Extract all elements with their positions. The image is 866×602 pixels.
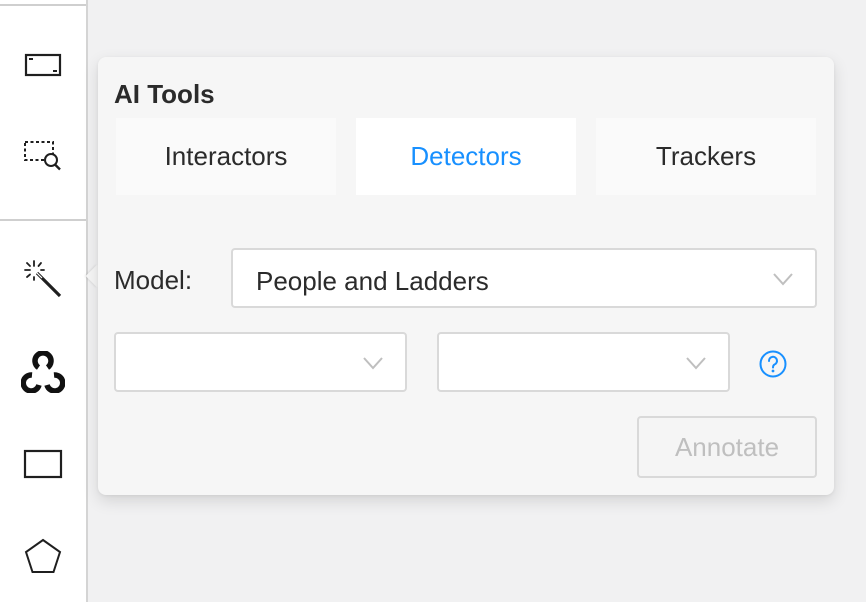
chevron-down-icon (773, 273, 793, 286)
ai-tools-popover: AI Tools Interactors Detectors Trackers … (98, 57, 834, 495)
tab-detectors[interactable]: Detectors (356, 118, 576, 195)
popover-title: AI Tools (114, 79, 215, 109)
ai-tools-button[interactable] (14, 250, 72, 308)
model-label: Model: (114, 265, 193, 295)
tab-interactors[interactable]: Interactors (116, 118, 336, 195)
rectangle-icon (23, 449, 63, 479)
controls-sidebar (0, 0, 88, 602)
chevron-down-icon (686, 357, 706, 370)
fit-frame-icon (24, 53, 62, 77)
magic-wand-icon (24, 260, 62, 298)
draw-rectangle-button[interactable] (14, 435, 72, 493)
chevron-down-icon (363, 357, 383, 370)
fit-frame-button[interactable] (14, 36, 72, 94)
polygon-icon (24, 538, 62, 573)
toolbar-divider (0, 219, 86, 221)
task-label-select[interactable] (437, 332, 730, 392)
opencv-icon (21, 351, 65, 393)
model-label-select[interactable] (114, 332, 407, 392)
opencv-button[interactable] (14, 343, 72, 401)
model-select-value: People and Ladders (256, 266, 489, 296)
page: AI Tools Interactors Detectors Trackers … (0, 0, 866, 602)
model-select[interactable]: People and Ladders (231, 248, 817, 308)
zoom-region-button[interactable] (14, 126, 72, 184)
question-circle-icon[interactable] (758, 349, 788, 379)
tab-trackers[interactable]: Trackers (596, 118, 816, 195)
annotate-button[interactable]: Annotate (637, 416, 817, 478)
toolbar-divider (0, 4, 86, 6)
zoom-region-icon (24, 141, 61, 171)
draw-polygon-button[interactable] (14, 527, 72, 585)
